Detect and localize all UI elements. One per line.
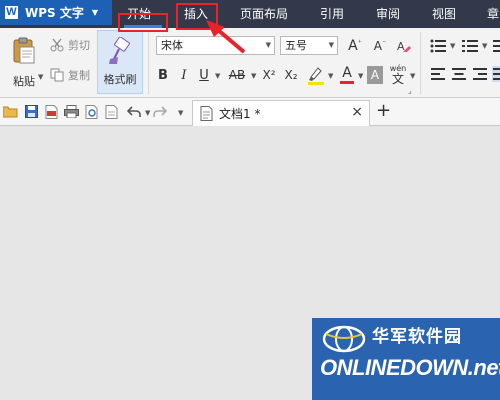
- site-watermark: 华军软件园 ONLINEDOWN.net: [312, 318, 500, 400]
- globe-logo-icon: [322, 325, 366, 353]
- watermark-title: 华军软件园: [372, 327, 462, 347]
- watermark-brand: ONLINEDOWN.net: [320, 355, 500, 380]
